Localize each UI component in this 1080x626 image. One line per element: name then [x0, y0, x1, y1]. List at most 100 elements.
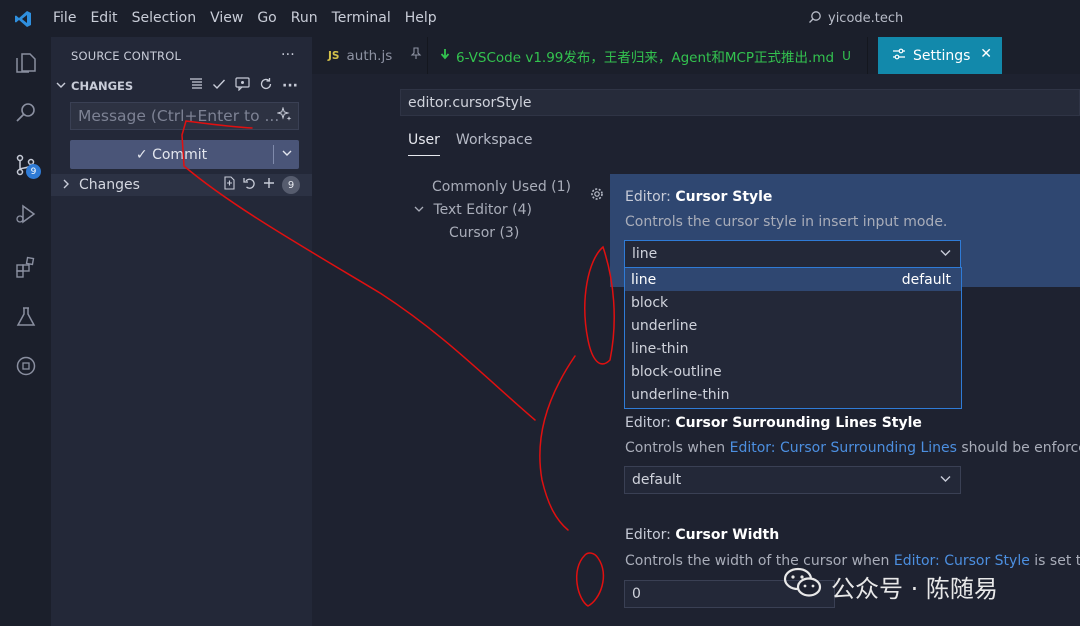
surrounding-lines-link[interactable]: Editor: Cursor Surrounding Lines: [730, 440, 957, 456]
default-tag: default: [901, 271, 951, 288]
option-line-thin[interactable]: line-thin: [625, 337, 961, 360]
command-center[interactable]: yicode.tech: [808, 0, 903, 37]
gear-icon[interactable]: [590, 187, 604, 205]
tab-markdown-label: 6-VSCode v1.99发布，王者归来，Agent和MCP正式推出.md: [456, 49, 835, 66]
discard-changes-icon[interactable]: [243, 177, 256, 194]
option-block-outline[interactable]: block-outline: [625, 360, 961, 383]
commit-button[interactable]: ✓ Commit: [70, 140, 299, 169]
explorer-icon[interactable]: [0, 39, 51, 87]
cursor-style-prefix: Editor:: [625, 189, 676, 205]
cursor-style-options: line default block underline line-thin bl…: [624, 267, 962, 409]
activity-bar: 9: [0, 37, 51, 626]
chevron-right-icon[interactable]: [51, 179, 79, 192]
pin-icon[interactable]: [410, 47, 422, 64]
settings-scope-tabs: User Workspace: [408, 132, 532, 156]
chevron-down-icon: [940, 473, 951, 487]
surrounding-lines-select[interactable]: default: [624, 466, 961, 494]
tab-workspace[interactable]: Workspace: [456, 132, 533, 156]
menu-file[interactable]: File: [46, 0, 83, 37]
settings-tab-label: Settings: [913, 47, 971, 64]
editor-tabs: JS auth.js 6-VSCode v1.99发布，王者归来，Agent和M…: [312, 37, 1080, 74]
tab-user[interactable]: User: [408, 132, 440, 156]
settings-search-input[interactable]: editor.cursorStyle: [400, 89, 1080, 116]
testing-icon[interactable]: [0, 293, 51, 341]
sparkle-icon[interactable]: [276, 106, 292, 126]
menu-go[interactable]: Go: [250, 0, 283, 37]
cursor-style-select[interactable]: line: [624, 240, 961, 268]
toc-text-editor[interactable]: Text Editor (4): [414, 202, 532, 218]
javascript-file-icon: JS: [328, 49, 340, 62]
cursor-width-desc-mid: is set to: [1034, 553, 1080, 569]
option-block[interactable]: block: [625, 291, 961, 314]
markdown-download-icon: [440, 48, 450, 64]
menu-run[interactable]: Run: [284, 0, 325, 37]
chevron-down-icon: [940, 247, 951, 261]
toc-text-editor-label: Text Editor (4): [433, 202, 532, 218]
watermark-text: 公众号 · 陈随易: [831, 574, 998, 603]
settings-tab-icon: [892, 48, 906, 64]
chevron-down-icon[interactable]: [51, 80, 71, 93]
more-actions-icon[interactable]: ···: [282, 78, 298, 94]
extensions-icon[interactable]: [0, 243, 51, 291]
menu-selection[interactable]: Selection: [125, 0, 204, 37]
cursor-style-name: Cursor Style: [675, 189, 773, 205]
more-actions-icon[interactable]: ···: [281, 47, 295, 63]
tab-settings[interactable]: Settings ✕: [878, 37, 1002, 74]
generate-commit-icon[interactable]: [235, 77, 250, 95]
stage-all-icon[interactable]: [263, 177, 275, 193]
chevron-down-icon: [414, 206, 424, 212]
menu-terminal[interactable]: Terminal: [325, 0, 398, 37]
option-line[interactable]: line default: [625, 268, 961, 291]
cursor-width-name: Cursor Width: [675, 527, 780, 543]
refresh-icon[interactable]: [259, 77, 273, 95]
surrounding-lines-title: Editor: Cursor Surrounding Lines Style: [625, 415, 922, 431]
cursor-width-value: 0: [632, 586, 641, 602]
surrounding-lines-prefix: Editor:: [625, 415, 676, 431]
tab-auth-js-label: auth.js: [346, 47, 393, 64]
title-bar: File Edit Selection View Go Run Terminal…: [0, 0, 1080, 37]
surrounding-desc-pre: Controls when: [625, 440, 730, 456]
toc-commonly-used[interactable]: Commonly Used (1): [432, 179, 571, 195]
toc-cursor[interactable]: Cursor (3): [449, 225, 519, 241]
commit-message-placeholder: Message (Ctrl+Enter to ...: [78, 107, 280, 125]
changes-group-label: Changes: [79, 177, 140, 193]
tab-auth-js[interactable]: JS auth.js: [312, 37, 428, 74]
open-file-icon[interactable]: [223, 176, 236, 194]
cursor-style-description: Controls the cursor style in insert inpu…: [625, 214, 948, 230]
changes-section-header[interactable]: CHANGES ···: [51, 75, 312, 97]
vscode-logo-icon: [0, 0, 46, 37]
tab-markdown-file[interactable]: 6-VSCode v1.99发布，王者归来，Agent和MCP正式推出.md U: [428, 37, 868, 74]
panel-title: SOURCE CONTROL ···: [51, 37, 312, 75]
commit-message-input[interactable]: Message (Ctrl+Enter to ...: [70, 102, 299, 130]
option-underline-thin[interactable]: underline-thin: [625, 383, 961, 406]
source-control-icon[interactable]: [0, 141, 51, 189]
run-debug-icon[interactable]: [0, 190, 51, 238]
check-icon[interactable]: [212, 77, 226, 95]
menu-help[interactable]: Help: [398, 0, 444, 37]
command-center-label: yicode.tech: [828, 11, 904, 26]
editor-area: JS auth.js 6-VSCode v1.99发布，王者归来，Agent和M…: [312, 37, 1080, 626]
panel-title-label: SOURCE CONTROL: [71, 49, 182, 63]
cursor-style-title: Editor: Cursor Style: [625, 189, 772, 205]
source-control-badge: 9: [26, 164, 41, 179]
remote-explorer-icon[interactable]: [0, 342, 51, 390]
cursor-width-prefix: Editor:: [625, 527, 676, 543]
surrounding-lines-value: default: [632, 472, 682, 488]
settings-search-value: editor.cursorStyle: [408, 94, 532, 111]
wechat-watermark: 公众号 · 陈随易: [783, 566, 998, 606]
close-icon[interactable]: ✕: [980, 46, 992, 62]
menu-view[interactable]: View: [203, 0, 250, 37]
option-underline[interactable]: underline: [625, 314, 961, 337]
changes-count-badge: 9: [282, 176, 300, 194]
commit-button-main[interactable]: ✓ Commit: [70, 147, 273, 163]
cursor-width-title: Editor: Cursor Width: [625, 527, 779, 543]
commit-label: Commit: [152, 146, 208, 163]
view-as-tree-icon[interactable]: [189, 77, 203, 95]
surrounding-desc-post: should be enforced.: [961, 440, 1080, 456]
search-icon[interactable]: [0, 89, 51, 137]
untracked-status: U: [842, 48, 851, 63]
commit-dropdown-icon[interactable]: [274, 148, 299, 161]
surrounding-lines-description: Controls when Editor: Cursor Surrounding…: [625, 440, 1080, 456]
menu-edit[interactable]: Edit: [83, 0, 124, 37]
changes-group-row[interactable]: Changes 9: [51, 174, 312, 196]
